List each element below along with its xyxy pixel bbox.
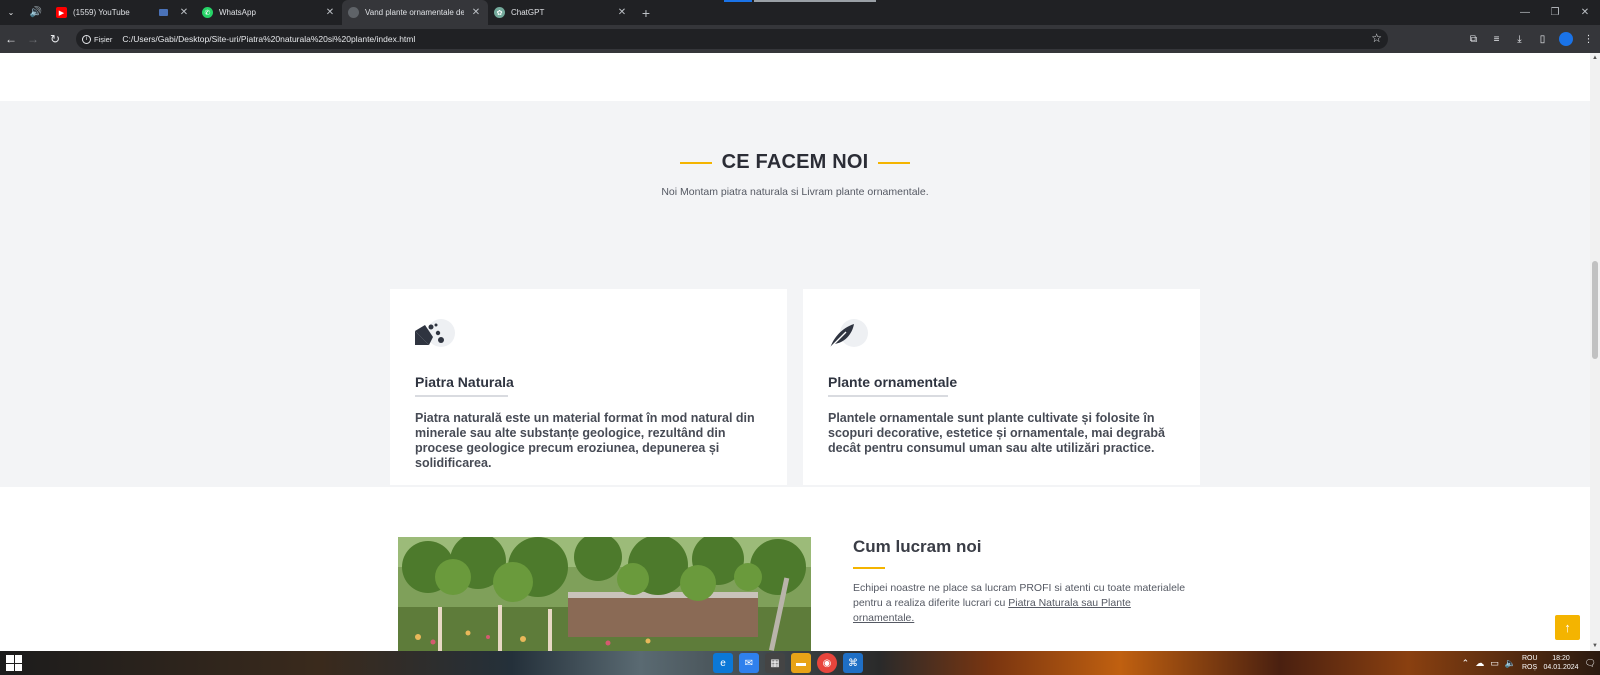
taskbar-apps: e ✉ ▦ ▬ ◉ ⌘	[713, 653, 863, 673]
close-icon[interactable]: ✕	[178, 7, 190, 18]
browser-tab-bar: ⌄ 🔊 ▶ (1559) YouTube ✕ ✆ WhatsApp ✕ Vand…	[0, 0, 1600, 25]
speaker-icon[interactable]: 🔊	[22, 7, 50, 18]
download-icon[interactable]: ⤓	[1508, 25, 1531, 53]
whatsapp-icon: ✆	[202, 7, 213, 18]
url-text[interactable]: C:/Users/Gabi/Desktop/Site-uri/Piatra%20…	[122, 34, 415, 44]
section-subtitle: Noi Montam piatra naturala si Livram pla…	[661, 186, 929, 198]
scrollbar-thumb[interactable]	[1592, 261, 1598, 359]
avatar[interactable]	[1554, 25, 1577, 53]
chevron-up-icon[interactable]: ⌃	[1462, 658, 1470, 669]
language-indicator[interactable]: ROU ROȘ	[1522, 654, 1538, 672]
tab-site[interactable]: Vand plante ornamentale de to ✕	[342, 0, 488, 25]
volume-icon[interactable]: 🔈	[1505, 658, 1516, 669]
how-we-work-section: Cum lucram noi Echipei noastre ne place …	[0, 487, 1590, 651]
notification-icon[interactable]: 🗨	[1585, 658, 1596, 669]
edge-icon[interactable]: e	[713, 653, 733, 673]
window-controls: — ❐ ✕	[1510, 0, 1600, 25]
back-to-top-button[interactable]: ↑	[1555, 615, 1580, 640]
tab-title: WhatsApp	[219, 8, 256, 17]
file-explorer-icon[interactable]: ▬	[791, 653, 811, 673]
picture-in-picture-icon	[159, 9, 168, 16]
stones-icon	[415, 319, 455, 349]
feather-leaf-icon	[828, 319, 868, 349]
tab-title: ChatGPT	[511, 8, 545, 17]
file-label: Fișier	[94, 34, 113, 44]
reload-icon[interactable]: ↻	[44, 25, 66, 53]
scroll-up-icon[interactable]: ▲	[1590, 53, 1600, 63]
forward-icon[interactable]: →	[22, 25, 44, 53]
page-viewport: CE FACEM NOI Noi Montam piatra naturala …	[0, 53, 1590, 651]
card-title: Piatra Naturala	[415, 374, 514, 390]
card-text: Piatra naturală este un material format …	[415, 411, 755, 470]
close-icon[interactable]: ✕	[324, 7, 336, 18]
card-text: Plantele ornamentale sunt plante cultiva…	[828, 411, 1165, 455]
globe-icon	[348, 7, 359, 18]
minimize-icon[interactable]: —	[1510, 0, 1540, 25]
restore-icon[interactable]: ❐	[1540, 0, 1570, 25]
lang-top: ROU	[1521, 655, 1538, 662]
tab-search-button[interactable]: ⌄	[0, 0, 22, 25]
toolbar-actions: ⧉ ≡ ⤓ ▯ ⋮	[1462, 25, 1600, 53]
onedrive-icon[interactable]: ☁	[1475, 658, 1484, 669]
decor-bar	[724, 0, 752, 2]
vscode-icon[interactable]: ⌘	[843, 653, 863, 673]
how-we-work-text: Echipei noastre ne place sa lucram PROFI…	[853, 581, 1193, 626]
close-icon[interactable]: ✕	[470, 7, 482, 18]
store-icon[interactable]: ▦	[765, 653, 785, 673]
garden-photo	[398, 537, 811, 651]
title-underline	[828, 395, 948, 397]
page-scrollbar[interactable]: ▲ ▼	[1590, 53, 1600, 651]
how-we-work-title: Cum lucram noi	[853, 537, 982, 556]
browser-toolbar: ← → ↻ i Fișier C:/Users/Gabi/Desktop/Sit…	[0, 25, 1600, 53]
tab-whatsapp[interactable]: ✆ WhatsApp ✕	[196, 0, 342, 25]
system-tray: ⌃ ☁ ▭ 🔈 ROU ROȘ 18:20 04.01.2024 🗨	[1462, 651, 1600, 675]
scroll-down-icon[interactable]: ▼	[1590, 641, 1600, 651]
title-accent-line	[853, 567, 885, 569]
network-icon[interactable]: ▭	[1490, 658, 1499, 669]
title-underline	[415, 395, 508, 397]
close-window-icon[interactable]: ✕	[1570, 0, 1600, 25]
tab-youtube[interactable]: ▶ (1559) YouTube ✕	[50, 0, 196, 25]
reading-list-icon[interactable]: ≡	[1485, 25, 1508, 53]
close-icon[interactable]: ✕	[616, 7, 628, 18]
section-title: CE FACEM NOI	[721, 151, 869, 173]
lang-bottom: ROȘ	[1521, 664, 1538, 671]
site-info-chip[interactable]: i Fișier	[82, 34, 113, 44]
card-title: Plante ornamentale	[828, 374, 958, 390]
back-icon[interactable]: ←	[0, 25, 22, 53]
tab-title: Vand plante ornamentale de to	[365, 8, 464, 17]
service-card-plants: Plante ornamentale Plantele ornamentale …	[803, 289, 1200, 485]
services-section: CE FACEM NOI Noi Montam piatra naturala …	[0, 101, 1590, 487]
tab-chatgpt[interactable]: ✿ ChatGPT ✕	[488, 0, 634, 25]
decor-bar	[754, 0, 876, 2]
bookmark-star-icon[interactable]: ☆	[1371, 31, 1382, 45]
mail-icon[interactable]: ✉	[739, 653, 759, 673]
windows-start-icon[interactable]	[6, 655, 22, 671]
chrome-icon[interactable]: ◉	[817, 653, 837, 673]
clock-time: 18:20	[1552, 655, 1570, 662]
chevron-down-icon: ⌄	[7, 8, 15, 17]
heading-line-left	[679, 161, 712, 164]
service-card-stone: Piatra Naturala Piatra naturală este un …	[390, 289, 787, 485]
windows-taskbar: e ✉ ▦ ▬ ◉ ⌘ ⌃ ☁ ▭ 🔈 ROU ROȘ 18:20 04.01.…	[0, 651, 1600, 675]
clock[interactable]: 18:20 04.01.2024	[1544, 654, 1579, 672]
address-bar[interactable]: i Fișier C:/Users/Gabi/Desktop/Site-uri/…	[76, 29, 1388, 49]
section-heading: CE FACEM NOI	[0, 151, 1590, 174]
info-icon: i	[82, 34, 91, 44]
heading-line-right	[878, 161, 911, 164]
side-panel-icon[interactable]: ▯	[1531, 25, 1554, 53]
tab-title: (1559) YouTube	[73, 8, 130, 17]
chatgpt-icon: ✿	[494, 7, 505, 18]
clock-date: 04.01.2024	[1543, 664, 1579, 671]
more-menu-icon[interactable]: ⋮	[1577, 25, 1600, 53]
extensions-icon[interactable]: ⧉	[1462, 25, 1485, 53]
new-tab-button[interactable]: +	[634, 5, 658, 21]
youtube-icon: ▶	[56, 7, 67, 18]
